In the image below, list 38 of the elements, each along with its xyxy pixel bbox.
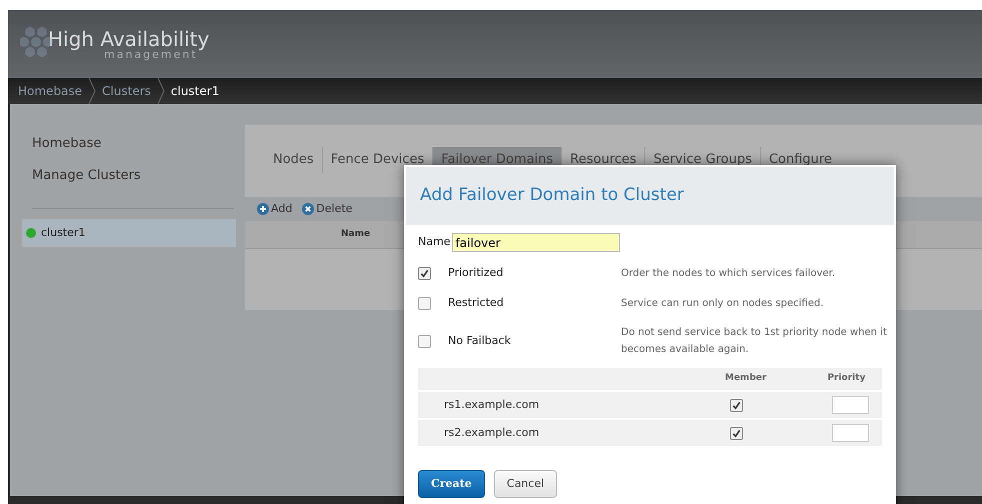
add-button[interactable]: Add — [257, 200, 292, 218]
app-title: High Availability — [48, 28, 210, 48]
chevron-separator-icon — [156, 78, 165, 104]
cluster-name: cluster1 — [41, 224, 86, 241]
priority-field[interactable] — [832, 396, 869, 414]
breadcrumb-link[interactable]: Homebase — [18, 82, 82, 100]
delete-button[interactable]: Delete — [302, 200, 352, 218]
member-checkbox[interactable] — [730, 426, 743, 440]
option-label: No Failback — [448, 332, 512, 349]
sidebar-link[interactable]: Manage Clusters — [32, 166, 228, 198]
option-label: Prioritized — [448, 264, 504, 281]
name-field[interactable]: failover — [452, 233, 620, 252]
sidebar-link[interactable]: Homebase — [32, 134, 228, 166]
node-name: rs2.example.com — [444, 424, 540, 441]
checkbox[interactable] — [418, 296, 431, 310]
column-header: Priority — [827, 372, 866, 386]
app-subtitle: management — [104, 48, 198, 60]
priority-field[interactable] — [832, 424, 869, 442]
checkbox[interactable] — [418, 334, 431, 348]
checkbox[interactable] — [418, 266, 431, 280]
tab[interactable]: Nodes — [265, 147, 322, 173]
column-header: Name — [341, 228, 370, 241]
option-description: Do not send service back to 1st priority node when it becomes available again. — [621, 326, 888, 357]
option-description: Order the nodes to which services failover. — [621, 266, 836, 280]
name-label: Name — [418, 234, 450, 250]
option-description: Service can run only on nodes specified. — [621, 296, 825, 310]
member-checkbox[interactable] — [730, 398, 743, 412]
chevron-separator-icon — [88, 78, 96, 104]
x-icon — [302, 203, 314, 215]
cluster-item[interactable]: cluster1 — [22, 219, 236, 247]
dialog-title: Add Failover Domain to Cluster — [420, 184, 684, 208]
plus-icon — [257, 203, 269, 215]
column-header: Member — [725, 372, 766, 386]
node-name: rs1.example.com — [444, 396, 540, 413]
option-label: Restricted — [448, 294, 505, 311]
breadcrumb-link[interactable]: Clusters — [102, 82, 151, 100]
cancel-button[interactable]: Cancel — [494, 470, 558, 498]
create-button[interactable]: Create — [418, 470, 485, 498]
